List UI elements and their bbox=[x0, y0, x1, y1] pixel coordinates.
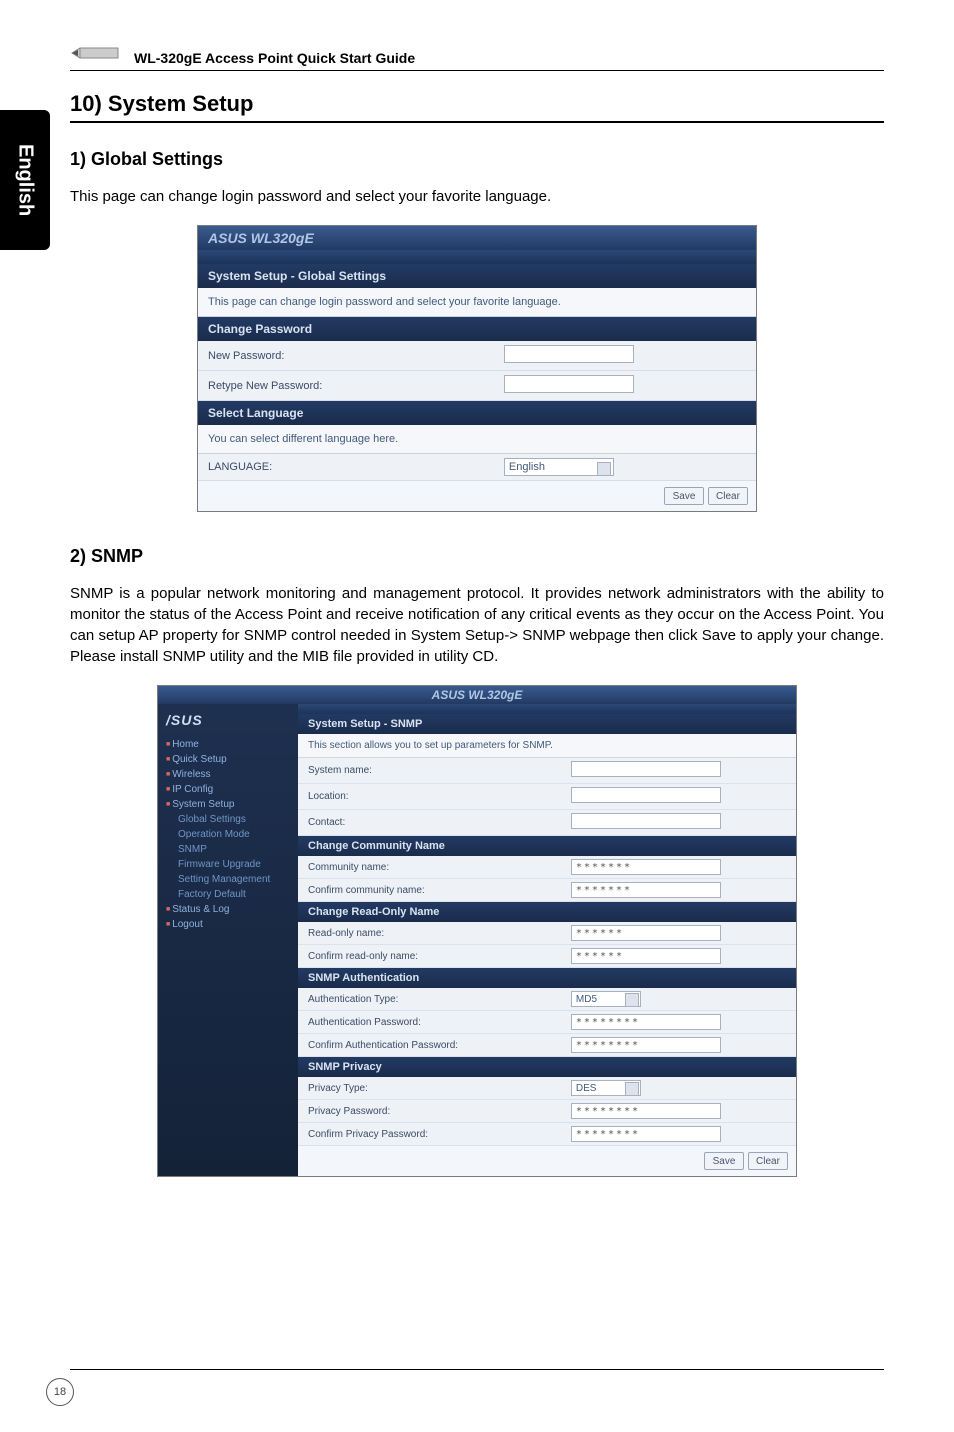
language-tab: English bbox=[0, 110, 50, 250]
sidebar-item[interactable]: Firmware Upgrade bbox=[166, 857, 290, 872]
sidebar-item[interactable]: Quick Setup bbox=[166, 752, 290, 767]
label-confirm-community-name: Confirm community name: bbox=[308, 885, 571, 896]
confirm-read-only-name-input[interactable]: ****** bbox=[571, 948, 721, 964]
sidebar-item[interactable]: SNMP bbox=[166, 842, 290, 857]
page-number: 18 bbox=[46, 1378, 74, 1406]
sidebar-item[interactable]: Home bbox=[166, 737, 290, 752]
priv-type-select[interactable]: DES bbox=[571, 1080, 641, 1096]
sidebar-item[interactable]: System Setup bbox=[166, 797, 290, 812]
sidebar-item[interactable]: Wireless bbox=[166, 767, 290, 782]
location-input[interactable] bbox=[571, 787, 721, 803]
section-read-only-name: Change Read-Only Name bbox=[298, 902, 796, 922]
label-priv-type: Privacy Type: bbox=[308, 1083, 571, 1094]
read-only-name-input[interactable]: ****** bbox=[571, 925, 721, 941]
label-system-name: System name: bbox=[308, 765, 571, 776]
section-title: 10) System Setup bbox=[70, 91, 884, 123]
label-community-name: Community name: bbox=[308, 862, 571, 873]
language-desc: You can select different language here. bbox=[198, 425, 756, 454]
label-auth-password: Authentication Password: bbox=[308, 1017, 571, 1028]
retype-password-input[interactable] bbox=[504, 375, 634, 393]
community-name-input[interactable]: ******* bbox=[571, 859, 721, 875]
label-retype-password: Retype New Password: bbox=[208, 380, 504, 392]
auth-password-input[interactable]: ******** bbox=[571, 1014, 721, 1030]
subsection-1-text: This page can change login password and … bbox=[70, 186, 884, 207]
label-confirm-read-only-name: Confirm read-only name: bbox=[308, 951, 571, 962]
sidebar: /SUS HomeQuick SetupWirelessIP ConfigSys… bbox=[158, 704, 298, 1176]
new-password-input[interactable] bbox=[504, 345, 634, 363]
confirm-auth-password-input[interactable]: ******** bbox=[571, 1037, 721, 1053]
product-banner: ASUS WL320gE bbox=[158, 686, 796, 704]
sidebar-item[interactable]: Global Settings bbox=[166, 812, 290, 827]
subsection-1-title: 1) Global Settings bbox=[70, 149, 884, 170]
sidebar-item[interactable]: Operation Mode bbox=[166, 827, 290, 842]
label-read-only-name: Read-only name: bbox=[308, 928, 571, 939]
section-select-language: Select Language bbox=[198, 401, 756, 425]
brand-logo: /SUS bbox=[166, 710, 290, 731]
panel-desc: This page can change login password and … bbox=[198, 288, 756, 317]
subsection-2-title: 2) SNMP bbox=[70, 546, 884, 567]
label-new-password: New Password: bbox=[208, 350, 504, 362]
sidebar-item[interactable]: Logout bbox=[166, 917, 290, 932]
subsection-2-text: SNMP is a popular network monitoring and… bbox=[70, 583, 884, 667]
confirm-community-name-input[interactable]: ******* bbox=[571, 882, 721, 898]
label-language: LANGUAGE: bbox=[208, 461, 504, 473]
label-confirm-priv-password: Confirm Privacy Password: bbox=[308, 1129, 571, 1140]
screenshot-snmp: ASUS WL320gE /SUS HomeQuick SetupWireles… bbox=[157, 685, 797, 1177]
section-snmp-privacy: SNMP Privacy bbox=[298, 1057, 796, 1077]
sidebar-item[interactable]: Setting Management bbox=[166, 872, 290, 887]
label-confirm-auth-password: Confirm Authentication Password: bbox=[308, 1040, 571, 1051]
save-button[interactable]: Save bbox=[664, 487, 704, 505]
section-change-password: Change Password bbox=[198, 317, 756, 341]
pencil-icon bbox=[70, 40, 120, 66]
clear-button[interactable]: Clear bbox=[748, 1152, 788, 1170]
label-priv-password: Privacy Password: bbox=[308, 1106, 571, 1117]
language-select[interactable]: English bbox=[504, 458, 614, 476]
doc-header-title: WL-320gE Access Point Quick Start Guide bbox=[134, 50, 415, 66]
label-location: Location: bbox=[308, 791, 571, 802]
sidebar-item[interactable]: Status & Log bbox=[166, 902, 290, 917]
panel-desc: This section allows you to set up parame… bbox=[298, 734, 796, 758]
save-button[interactable]: Save bbox=[704, 1152, 744, 1170]
screenshot-global-settings: ASUS WL320gE System Setup - Global Setti… bbox=[197, 225, 757, 512]
auth-type-select[interactable]: MD5 bbox=[571, 991, 641, 1007]
sidebar-item[interactable]: IP Config bbox=[166, 782, 290, 797]
label-auth-type: Authentication Type: bbox=[308, 994, 571, 1005]
panel-title: System Setup - Global Settings bbox=[198, 264, 756, 288]
confirm-priv-password-input[interactable]: ******** bbox=[571, 1126, 721, 1142]
section-community-name: Change Community Name bbox=[298, 836, 796, 856]
system-name-input[interactable] bbox=[571, 761, 721, 777]
footer-rule bbox=[70, 1369, 884, 1370]
sidebar-item[interactable]: Factory Default bbox=[166, 887, 290, 902]
label-contact: Contact: bbox=[308, 817, 571, 828]
section-snmp-authentication: SNMP Authentication bbox=[298, 968, 796, 988]
panel-title: System Setup - SNMP bbox=[298, 714, 796, 734]
clear-button[interactable]: Clear bbox=[708, 487, 748, 505]
doc-header: WL-320gE Access Point Quick Start Guide bbox=[70, 40, 884, 71]
contact-input[interactable] bbox=[571, 813, 721, 829]
priv-password-input[interactable]: ******** bbox=[571, 1103, 721, 1119]
product-banner: ASUS WL320gE bbox=[198, 226, 756, 250]
